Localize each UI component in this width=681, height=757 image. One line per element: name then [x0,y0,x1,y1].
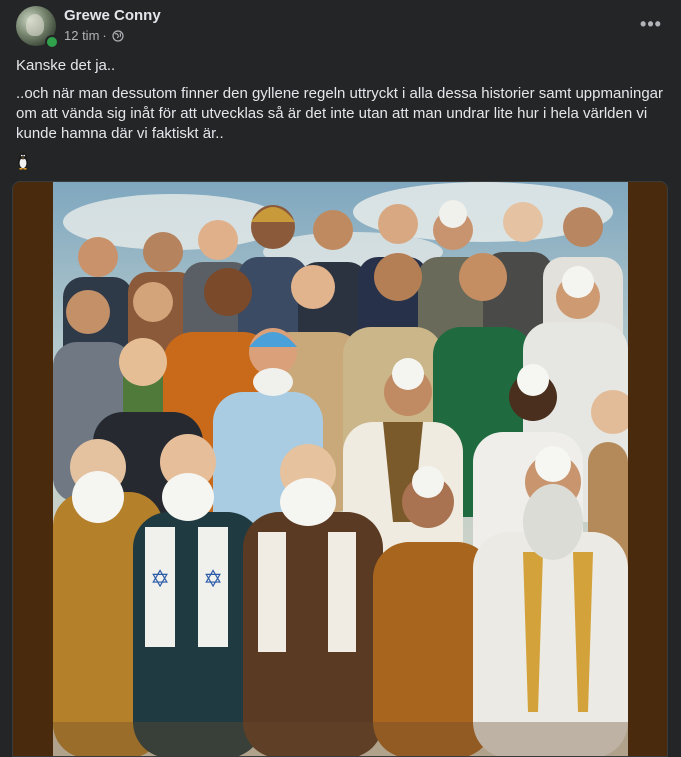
globe-icon [112,29,124,42]
post-text-line-1: Kanske det ja.. [16,57,116,74]
meta-separator: · [102,28,107,43]
post-meta: 12 tim · [64,28,124,43]
post-timestamp[interactable]: 12 tim [64,28,99,43]
post-text-line-2: ..och när man dessutom finner den gyllen… [16,85,663,142]
online-status-indicator [45,35,59,49]
author-name[interactable]: Grewe Conny [64,7,161,24]
more-options-button[interactable]: ••• [635,10,667,38]
post-image[interactable]: ✡ ✡ [12,181,668,757]
svg-text:✡: ✡ [150,565,170,593]
svg-text:✡: ✡ [203,565,223,593]
illustration-people-praying: ✡ ✡ [53,182,628,756]
penguin-emoji-icon [16,152,32,170]
feed-post: Grewe Conny 12 tim · ••• Kanske det ja..… [0,0,681,757]
more-options-icon: ••• [640,13,662,34]
post-text: Kanske det ja.. ..och när man dessutom f… [16,56,666,144]
post-header: Grewe Conny 12 tim · ••• [16,6,667,49]
